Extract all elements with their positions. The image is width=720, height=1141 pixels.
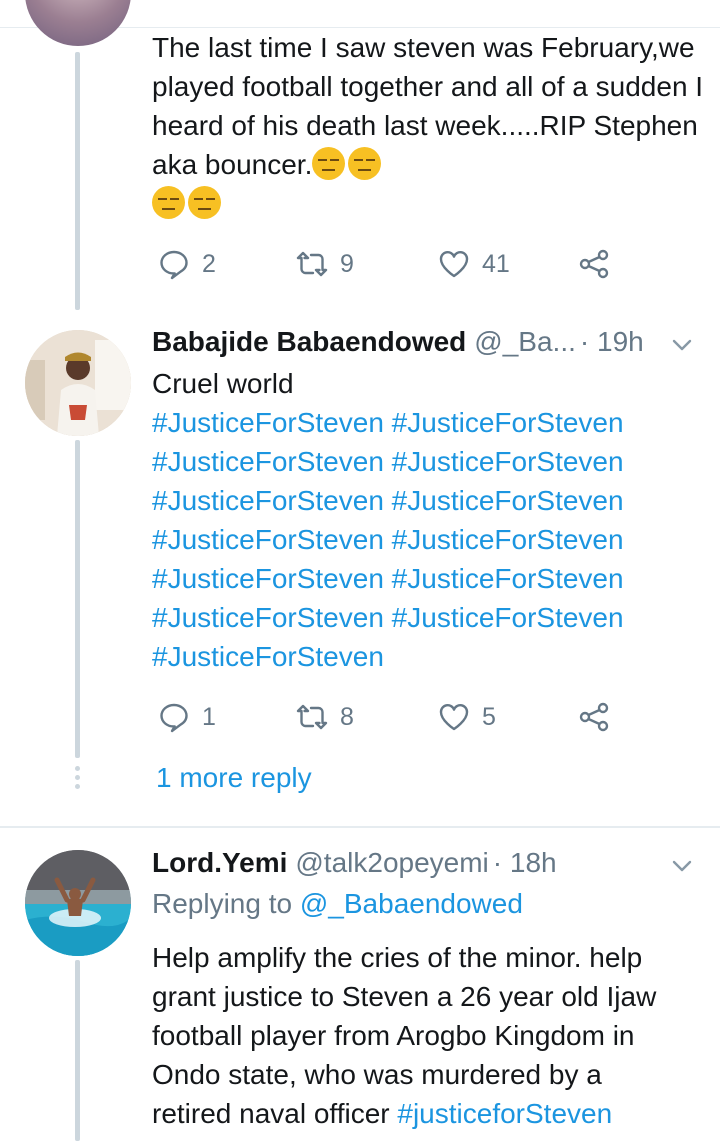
tweet-header: Babajide Babaendowed @_Ba... · 19h xyxy=(152,322,644,362)
share-icon xyxy=(579,702,609,732)
reply-count: 1 xyxy=(202,702,216,731)
heart-icon xyxy=(439,703,469,731)
user-handle[interactable]: @_Ba... xyxy=(474,326,576,358)
hashtag-link[interactable]: #JusticeForSteven xyxy=(152,485,384,516)
tweet-text: Help amplify the cries of the minor. hel… xyxy=(152,938,712,1133)
retweet-icon xyxy=(296,704,328,730)
tweet-body-line: football player from Arogbo Kingdom in xyxy=(152,1020,635,1051)
tweet-body: Cruel world xyxy=(152,368,294,399)
heart-icon xyxy=(439,250,469,278)
retweet-count: 8 xyxy=(340,702,354,731)
hashtag-link[interactable]: #JusticeForSteven xyxy=(392,407,624,438)
tweet-body-line: grant justice to Steven a 26 year old Ij… xyxy=(152,981,657,1012)
tweet-body-line: Ondo state, who was murdered by a xyxy=(152,1059,602,1090)
thread-line xyxy=(75,52,80,310)
hashtag-link[interactable]: #JusticeForSteven xyxy=(152,602,384,633)
chevron-down-icon[interactable] xyxy=(670,854,694,878)
hashtag-link[interactable]: #JusticeForSteven xyxy=(392,485,624,516)
person-photo xyxy=(25,330,131,436)
avatar[interactable] xyxy=(25,330,131,436)
reply-count: 2 xyxy=(202,249,216,278)
share-icon xyxy=(579,249,609,279)
share-button[interactable] xyxy=(578,700,610,734)
hashtag-link[interactable]: #JusticeForSteven xyxy=(392,563,624,594)
mention-link[interactable]: @_Babaendowed xyxy=(300,888,523,919)
retweet-button[interactable]: 8 xyxy=(296,700,354,734)
thread-line xyxy=(75,440,80,758)
tweet-body-line: Help amplify the cries of the minor. hel… xyxy=(152,942,643,973)
hashtag-link[interactable]: #JusticeForSteven xyxy=(152,524,384,555)
like-count: 5 xyxy=(482,702,496,731)
expressionless-face-icon xyxy=(188,186,221,219)
tweet-header: Lord.Yemi @talk2opeyemi · 18h xyxy=(152,843,557,883)
tweet-text: Cruel world #JusticeForSteven #JusticeFo… xyxy=(152,364,712,676)
hashtag-link[interactable]: #JusticeForSteven xyxy=(392,524,624,555)
person-photo xyxy=(25,850,131,956)
like-count: 41 xyxy=(482,249,510,278)
more-replies-link[interactable]: 1 more reply xyxy=(156,762,312,794)
tweet-actions: 1 8 5 xyxy=(158,700,628,734)
reply-button[interactable]: 1 xyxy=(158,700,216,734)
expressionless-face-icon xyxy=(152,186,185,219)
reply-button[interactable]: 2 xyxy=(158,247,216,281)
retweet-count: 9 xyxy=(340,249,354,278)
expressionless-face-icon xyxy=(312,147,346,180)
reply-icon xyxy=(160,703,188,733)
replying-prefix: Replying to xyxy=(152,888,293,919)
hashtag-link[interactable]: #JusticeForSteven xyxy=(152,446,384,477)
hashtag-link[interactable]: #JusticeForSteven xyxy=(152,563,384,594)
share-button[interactable] xyxy=(578,247,610,281)
user-name[interactable]: Babajide Babaendowed xyxy=(152,326,466,358)
replying-to: Replying to @_Babaendowed xyxy=(152,888,523,920)
hashtag-link[interactable]: #JusticeForSteven xyxy=(152,641,384,672)
avatar[interactable] xyxy=(25,850,131,956)
like-button[interactable]: 41 xyxy=(438,247,510,281)
tweet-body-line: retired naval officer xyxy=(152,1098,390,1129)
reply-icon xyxy=(160,250,188,280)
tweet-time[interactable]: · 18h xyxy=(493,847,557,879)
chevron-down-icon[interactable] xyxy=(670,333,694,357)
tweet-actions: 2 9 41 xyxy=(158,247,628,281)
tweet-body: The last time I saw steven was February,… xyxy=(152,32,704,180)
hashtag-link[interactable]: #JusticeForSteven xyxy=(392,446,624,477)
user-handle[interactable]: @talk2opeyemi xyxy=(295,847,488,879)
hashtag-link[interactable]: #justiceforSteven xyxy=(397,1098,612,1129)
like-button[interactable]: 5 xyxy=(438,700,496,734)
hashtag-link[interactable]: #JusticeForSteven xyxy=(392,602,624,633)
thread-line xyxy=(75,960,80,1141)
more-replies-dots-icon xyxy=(75,766,81,792)
user-name[interactable]: Lord.Yemi xyxy=(152,847,287,879)
hashtag-link[interactable]: #JusticeForSteven xyxy=(152,407,384,438)
section-divider xyxy=(0,826,720,828)
tweet-time[interactable]: · 19h xyxy=(580,326,644,358)
tweet-text: The last time I saw steven was February,… xyxy=(152,28,712,223)
expressionless-face-icon xyxy=(348,147,382,180)
retweet-button[interactable]: 9 xyxy=(296,247,354,281)
avatar[interactable] xyxy=(25,0,131,46)
retweet-icon xyxy=(296,251,328,277)
